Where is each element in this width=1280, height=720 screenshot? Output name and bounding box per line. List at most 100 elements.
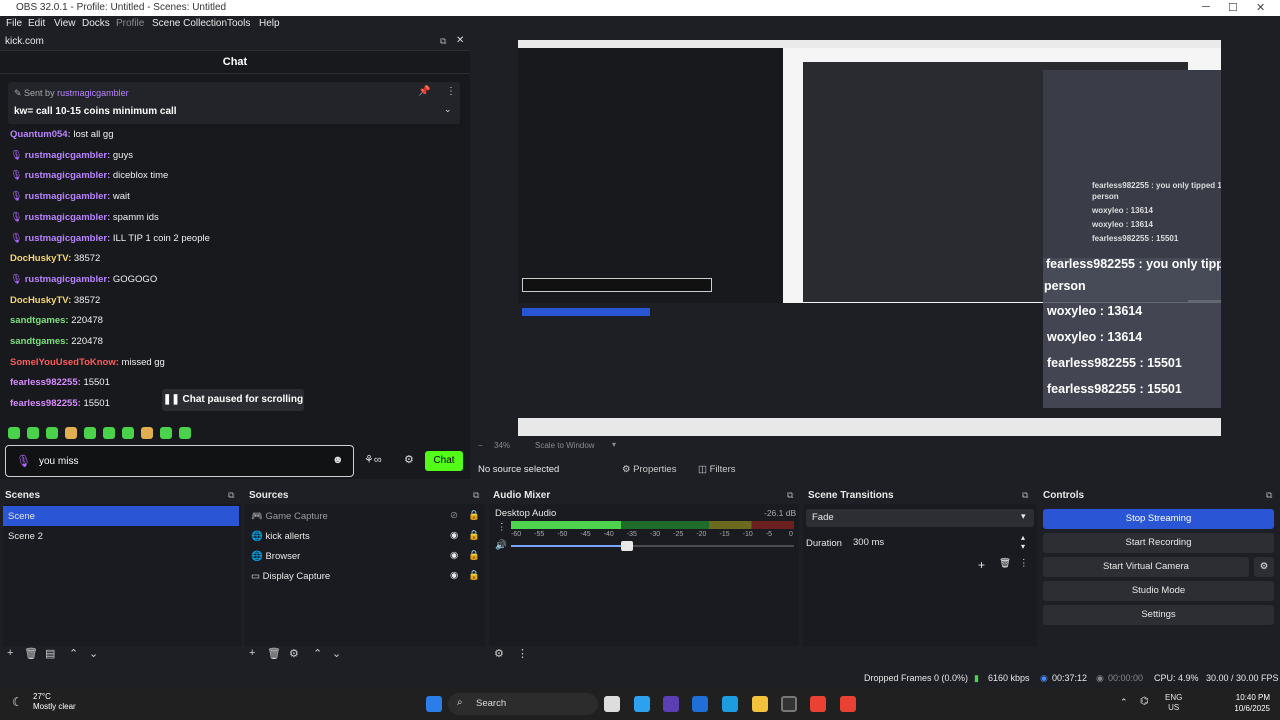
send-chat-button[interactable]: Chat (425, 451, 463, 471)
chevron-down-icon[interactable]: ⌄ (444, 104, 452, 115)
kick-emote-icon[interactable]: ⚘∞ (364, 453, 382, 466)
chat-username[interactable]: rustmagicgambler: (25, 212, 111, 223)
lock-icon[interactable]: 🔒 (468, 570, 480, 581)
chat-username[interactable]: sandtgames: (10, 315, 69, 326)
gear-icon[interactable]: ⚙ (494, 647, 504, 660)
chat-username[interactable]: rustmagicgambler: (25, 150, 111, 161)
scene-item[interactable]: Scene (3, 506, 239, 526)
chat-username[interactable]: DocHuskyTV: (10, 295, 71, 306)
network-icon[interactable]: ⌬ (1140, 696, 1149, 707)
chat-username[interactable]: fearless982255: (10, 398, 81, 409)
weather[interactable]: 27°C Mostly clear (33, 692, 76, 712)
menu-docks[interactable]: Docks (82, 18, 110, 29)
move-up-icon[interactable]: ⌃ (313, 647, 322, 660)
weather-icon[interactable]: ☾ (12, 695, 23, 709)
virtual-camera-settings-icon[interactable]: ⚙ (1254, 557, 1274, 577)
menu-scene-collection[interactable]: Scene Collection (152, 18, 227, 29)
file-explorer-icon[interactable] (752, 696, 768, 712)
obs-icon[interactable] (781, 696, 797, 712)
eye-icon[interactable]: ◉ (450, 570, 458, 581)
store-icon[interactable] (692, 696, 708, 712)
source-item[interactable]: 🌐 Browser (251, 551, 300, 562)
studio-mode-button[interactable]: Studio Mode (1043, 581, 1274, 601)
task-view-icon[interactable] (604, 696, 620, 712)
pin-icon[interactable]: 📌 (418, 86, 430, 97)
move-down-icon[interactable]: ⌄ (332, 647, 341, 660)
chat-input[interactable]: 🎙 you miss ☻ (5, 445, 354, 477)
chrome-icon[interactable] (840, 696, 856, 712)
trash-icon[interactable]: 🗑 (999, 558, 1011, 569)
menu-file[interactable]: File (6, 18, 22, 29)
emote-icon[interactable] (65, 427, 77, 439)
source-item[interactable]: 🌐 kick allerts (251, 531, 310, 542)
volume-slider-handle[interactable] (621, 541, 633, 551)
lock-icon[interactable]: 🔒 (468, 530, 480, 541)
menu-edit[interactable]: Edit (28, 18, 45, 29)
close-button[interactable]: ✕ (1256, 1, 1265, 14)
clock[interactable]: 10:40 PM 10/6/2025 (1198, 692, 1270, 714)
filter-icon[interactable]: ▤ (45, 647, 55, 660)
more-icon[interactable]: ⋮ (517, 647, 528, 660)
chat-username[interactable]: Quantum054: (10, 129, 71, 140)
properties-button[interactable]: ⚙ Properties (622, 464, 676, 475)
chat-username[interactable]: sandtgames: (10, 336, 69, 347)
trash-icon[interactable]: 🗑 (24, 647, 38, 660)
add-icon[interactable]: + (978, 558, 985, 572)
search-box[interactable]: ⌕ Search (448, 693, 598, 715)
emote-icon[interactable] (27, 427, 39, 439)
trash-icon[interactable]: 🗑 (267, 647, 281, 660)
undock-icon[interactable]: ⧉ (228, 490, 234, 501)
emote-icon[interactable] (179, 427, 191, 439)
emote-icon[interactable] (122, 427, 134, 439)
preview-canvas[interactable]: fearless982255 : you only tipped 1 perso… (518, 40, 1221, 436)
app-icon[interactable] (663, 696, 679, 712)
close-dock-icon[interactable]: ✕ (456, 35, 464, 46)
source-item[interactable]: 🎮 Game Capture (251, 511, 328, 522)
chat-username[interactable]: rustmagicgambler: (25, 233, 111, 244)
emote-icon[interactable] (160, 427, 172, 439)
menu-profile[interactable]: Profile (116, 18, 144, 29)
menu-tools[interactable]: Tools (227, 18, 250, 29)
eye-icon[interactable]: ◉ (450, 530, 458, 541)
emote-icon[interactable] (8, 427, 20, 439)
move-down-icon[interactable]: ⌄ (89, 647, 98, 660)
settings-button[interactable]: Settings (1043, 605, 1274, 625)
chat-username[interactable]: rustmagicgambler: (25, 170, 111, 181)
chevron-up-icon[interactable]: ⌃ (1120, 697, 1128, 708)
zoom-minus-icon[interactable]: − (478, 441, 483, 450)
menu-view[interactable]: View (54, 18, 76, 29)
start-icon[interactable] (426, 696, 442, 712)
minimize-button[interactable]: ─ (1202, 1, 1210, 13)
add-icon[interactable]: + (7, 647, 13, 659)
undock-icon[interactable]: ⧉ (440, 36, 446, 47)
copilot-icon[interactable] (634, 696, 650, 712)
chat-username[interactable]: SomeIYouUsedToKnow: (10, 357, 119, 368)
start-virtual-camera-button[interactable]: Start Virtual Camera (1043, 557, 1249, 577)
emote-icon[interactable] (103, 427, 115, 439)
more-icon[interactable]: ⋮ (446, 86, 456, 97)
lock-icon[interactable]: 🔒 (468, 550, 480, 561)
move-up-icon[interactable]: ⌃ (69, 647, 78, 660)
scale-select[interactable]: Scale to Window (535, 441, 595, 450)
chat-username[interactable]: DocHuskyTV: (10, 253, 71, 264)
gear-icon[interactable]: ⚙ (289, 647, 299, 660)
eye-icon[interactable]: ◉ (450, 550, 458, 561)
undock-icon[interactable]: ⧉ (473, 490, 479, 501)
edge-icon[interactable] (722, 696, 738, 712)
undock-icon[interactable]: ⧉ (1266, 490, 1272, 501)
add-icon[interactable]: + (249, 647, 255, 659)
lock-icon[interactable]: 🔒 (468, 510, 480, 521)
duration-input[interactable]: 300 ms ▴ ▾ (848, 533, 1034, 551)
emote-icon[interactable] (46, 427, 58, 439)
more-icon[interactable]: ⋮ (497, 522, 507, 533)
chat-paused-banner[interactable]: ❚❚ Chat paused for scrolling (162, 389, 304, 411)
more-icon[interactable]: ⋮ (1019, 558, 1029, 569)
language-indicator[interactable]: ENG US (1165, 693, 1182, 713)
start-recording-button[interactable]: Start Recording (1043, 533, 1274, 553)
chat-username[interactable]: rustmagicgambler: (25, 274, 111, 285)
chat-username[interactable]: rustmagicgambler: (25, 191, 111, 202)
undock-icon[interactable]: ⧉ (1022, 490, 1028, 501)
chevron-down-icon[interactable]: ▾ (612, 440, 616, 449)
emote-icon[interactable] (141, 427, 153, 439)
chat-username[interactable]: fearless982255: (10, 377, 81, 388)
